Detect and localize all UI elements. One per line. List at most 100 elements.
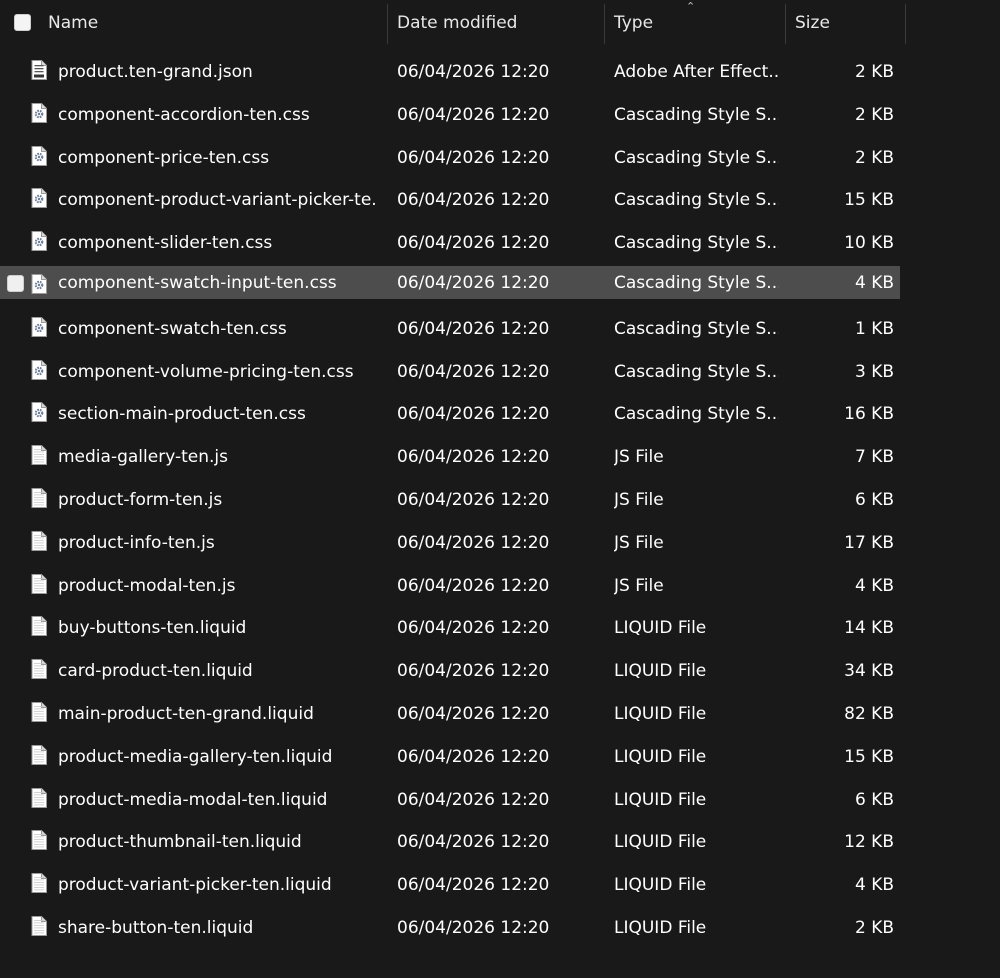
file-name: product-variant-picker-ten.liquid: [58, 875, 332, 896]
file-row[interactable]: product-thumbnail-ten.liquid 06/04/2026 …: [0, 821, 1000, 864]
file-type: LIQUID File: [614, 703, 707, 724]
row-checkbox[interactable]: [7, 274, 24, 292]
file-name: buy-buttons-ten.liquid: [58, 618, 247, 639]
file-icon: [31, 487, 47, 508]
file-name: section-main-product-ten.css: [58, 404, 306, 425]
file-size: 14 KB: [844, 618, 894, 639]
column-divider[interactable]: [604, 4, 605, 44]
file-size: 4 KB: [854, 875, 894, 896]
select-all-checkbox[interactable]: [14, 14, 31, 31]
file-date-modified: 06/04/2026 12:20: [397, 404, 550, 425]
css-file-icon: [31, 102, 47, 123]
file-icon: [31, 915, 47, 936]
file-row[interactable]: main-product-ten-grand.liquid 06/04/2026…: [0, 693, 1000, 736]
file-date-modified: 06/04/2026 12:20: [397, 190, 550, 211]
file-row[interactable]: component-swatch-input-ten.css 06/04/202…: [0, 265, 1000, 308]
file-size: 82 KB: [844, 703, 894, 724]
file-size: 34 KB: [844, 661, 894, 682]
file-size: 7 KB: [854, 447, 894, 468]
file-size: 6 KB: [854, 489, 894, 510]
file-type: LIQUID File: [614, 789, 707, 810]
file-date-modified: 06/04/2026 12:20: [397, 917, 550, 938]
column-date-label: Date modified: [397, 13, 518, 33]
file-date-modified: 06/04/2026 12:20: [397, 272, 550, 293]
file-date-modified: 06/04/2026 12:20: [397, 318, 550, 339]
file-row[interactable]: product-variant-picker-ten.liquid 06/04/…: [0, 864, 1000, 907]
file-type: LIQUID File: [614, 618, 707, 639]
file-row[interactable]: component-product-variant-picker-te... 0…: [0, 179, 1000, 222]
css-file-icon: [31, 402, 47, 423]
file-row[interactable]: product-form-ten.js 06/04/2026 12:20 JS …: [0, 479, 1000, 522]
file-name: component-slider-ten.css: [58, 233, 273, 254]
file-size: 12 KB: [844, 832, 894, 853]
json-file-icon: [31, 60, 47, 80]
file-date-modified: 06/04/2026 12:20: [397, 832, 550, 853]
file-date-modified: 06/04/2026 12:20: [397, 361, 550, 382]
file-type: JS File: [614, 575, 664, 596]
file-date-modified: 06/04/2026 12:20: [397, 147, 550, 168]
file-name: product.ten-grand.json: [58, 62, 253, 82]
file-size: 16 KB: [844, 404, 894, 425]
file-row[interactable]: product.ten-grand.json 06/04/2026 12:20 …: [0, 51, 1000, 94]
file-date-modified: 06/04/2026 12:20: [397, 233, 550, 254]
file-row[interactable]: section-main-product-ten.css 06/04/2026 …: [0, 393, 1000, 436]
file-type: Cascading Style S...: [614, 272, 779, 293]
file-name: component-price-ten.css: [58, 147, 270, 168]
column-date-modified[interactable]: Date modified: [397, 0, 603, 46]
file-type: Cascading Style S...: [614, 318, 779, 339]
file-size: 2 KB: [854, 917, 894, 938]
file-row[interactable]: card-product-ten.liquid 06/04/2026 12:20…: [0, 650, 1000, 693]
file-row[interactable]: product-info-ten.js 06/04/2026 12:20 JS …: [0, 522, 1000, 565]
file-row[interactable]: component-slider-ten.css 06/04/2026 12:2…: [0, 222, 1000, 265]
file-date-modified: 06/04/2026 12:20: [397, 447, 550, 468]
file-row[interactable]: product-media-modal-ten.liquid 06/04/202…: [0, 779, 1000, 822]
file-date-modified: 06/04/2026 12:20: [397, 104, 550, 125]
file-size: 6 KB: [854, 789, 894, 810]
column-type-label: Type: [614, 13, 654, 33]
file-date-modified: 06/04/2026 12:20: [397, 703, 550, 724]
css-file-icon: [31, 231, 47, 252]
file-date-modified: 06/04/2026 12:20: [397, 875, 550, 896]
file-date-modified: 06/04/2026 12:20: [397, 532, 550, 553]
column-name[interactable]: Name: [48, 0, 386, 46]
file-date-modified: 06/04/2026 12:20: [397, 746, 550, 767]
column-size[interactable]: Size: [795, 0, 905, 46]
column-type[interactable]: Type: [614, 0, 784, 46]
column-divider[interactable]: [905, 4, 906, 44]
file-row[interactable]: media-gallery-ten.js 06/04/2026 12:20 JS…: [0, 436, 1000, 479]
file-name: component-volume-pricing-ten.css: [58, 361, 354, 382]
file-date-modified: 06/04/2026 12:20: [397, 618, 550, 639]
file-row[interactable]: component-accordion-ten.css 06/04/2026 1…: [0, 94, 1000, 137]
file-date-modified: 06/04/2026 12:20: [397, 489, 550, 510]
file-name: component-accordion-ten.css: [58, 104, 310, 125]
file-row[interactable]: component-swatch-ten.css 06/04/2026 12:2…: [0, 308, 1000, 351]
file-type: Cascading Style S...: [614, 404, 779, 425]
file-icon: [31, 573, 47, 594]
file-size: 4 KB: [854, 272, 894, 293]
file-type: LIQUID File: [614, 875, 707, 896]
file-name: product-media-modal-ten.liquid: [58, 789, 328, 810]
file-icon: [31, 659, 47, 680]
file-row[interactable]: buy-buttons-ten.liquid 06/04/2026 12:20 …: [0, 607, 1000, 650]
file-type: JS File: [614, 532, 664, 553]
file-date-modified: 06/04/2026 12:20: [397, 789, 550, 810]
css-file-icon: [31, 188, 47, 209]
file-row[interactable]: share-button-ten.liquid 06/04/2026 12:20…: [0, 907, 1000, 950]
file-row[interactable]: component-price-ten.css 06/04/2026 12:20…: [0, 137, 1000, 180]
column-divider[interactable]: [387, 4, 388, 44]
file-icon: [31, 830, 47, 851]
file-name: component-swatch-ten.css: [58, 318, 287, 339]
column-header: Name Date modified Type ⌃ Size: [0, 0, 1000, 48]
file-size: 3 KB: [854, 361, 894, 382]
file-date-modified: 06/04/2026 12:20: [397, 62, 550, 82]
file-name: product-form-ten.js: [58, 489, 223, 510]
column-name-label: Name: [48, 13, 99, 33]
column-divider[interactable]: [785, 4, 786, 44]
file-icon: [31, 873, 47, 894]
file-type: Adobe After Effect...: [614, 62, 779, 82]
file-row[interactable]: product-modal-ten.js 06/04/2026 12:20 JS…: [0, 565, 1000, 608]
file-size: 2 KB: [854, 62, 894, 82]
file-row[interactable]: product-media-gallery-ten.liquid 06/04/2…: [0, 736, 1000, 779]
file-row[interactable]: component-volume-pricing-ten.css 06/04/2…: [0, 351, 1000, 394]
file-name: share-button-ten.liquid: [58, 917, 254, 938]
